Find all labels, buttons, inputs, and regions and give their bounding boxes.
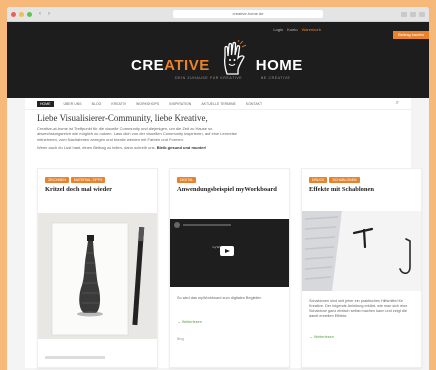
intro-paragraph-2: Wenn auch du Lust hast, einen Beitrag zu… <box>37 145 207 151</box>
account-link[interactable]: Konto <box>287 27 297 32</box>
nav-item-blog[interactable]: BLOG <box>92 102 102 106</box>
video-title-bar <box>183 224 231 226</box>
search-icon[interactable]: ⌕ <box>396 100 399 107</box>
card-excerpt: Schablonen sind seit jeher ein praktisch… <box>309 299 408 318</box>
logo-word-home: HOME <box>255 56 303 74</box>
nav-item-dates[interactable]: AKTUELLE TERMINE <box>201 102 236 106</box>
card-excerpt: So wird das myWorkboard zum digitalen Be… <box>177 296 262 300</box>
add-tab-icon[interactable] <box>419 11 425 17</box>
close-window-icon[interactable] <box>11 11 16 17</box>
nav-item-about[interactable]: ÜBER UNS <box>64 102 82 106</box>
buy-post-button[interactable]: Beitrag kaufen <box>393 31 429 39</box>
logo-word-creative: CREATIVE <box>131 56 210 74</box>
share-icon[interactable] <box>401 11 407 17</box>
read-more-link[interactable]: → Weiterlesen <box>309 335 334 339</box>
blog-card-kritzel[interactable]: ZEICHNEN MATERIAL-TIPPS Kritzel doch mal… <box>37 168 158 368</box>
nav-item-home[interactable]: HOME <box>37 100 54 107</box>
nav-item-contact[interactable]: KONTAKT <box>246 102 262 106</box>
intro-section: Liebe Visualisierer-Community, liebe Kre… <box>25 110 411 151</box>
site-header: Login Konto Warenkorb Beitrag kaufen CRE… <box>7 22 429 98</box>
minimize-window-icon[interactable] <box>19 11 24 17</box>
card-meta: Blog <box>177 337 185 341</box>
card-title[interactable]: Kritzel doch mal wieder <box>38 183 157 194</box>
browser-toolbar: ‹ › creative-home.de <box>7 7 429 22</box>
intro-title: Liebe Visualisierer-Community, liebe Kre… <box>37 113 208 123</box>
intro-bold-greeting: Bleib gesund und munter! <box>156 145 207 151</box>
card-image-stencil[interactable] <box>302 211 421 291</box>
card-image-bottle-drawing[interactable] <box>38 213 157 339</box>
nav-item-workshops[interactable]: WORKSHOPS <box>136 102 159 106</box>
play-icon[interactable] <box>220 246 234 256</box>
blog-card-schablonen[interactable]: DRUCK SCHABLONEN Effekte mit Schablonen … <box>301 168 422 368</box>
tag-badge[interactable]: DRUCK <box>309 177 328 183</box>
channel-avatar-icon <box>174 222 180 228</box>
main-navigation: HOME ÜBER UNS BLOG KREATIV WORKSHOPS INS… <box>25 98 411 110</box>
intro-paragraph: Creative-at-home ist Treffpunkt für die … <box>37 126 237 142</box>
address-bar[interactable]: creative-home.de <box>173 10 323 18</box>
cart-link[interactable]: Warenkorb <box>302 27 321 32</box>
top-navigation: Login Konto Warenkorb <box>273 27 321 32</box>
hand-logo-icon <box>223 40 246 75</box>
blog-card-myworkboard[interactable]: DIGITAL Anwendungsbeispiel myWorkboard m… <box>169 168 290 368</box>
back-arrow-icon[interactable]: ‹ <box>39 11 41 17</box>
nav-item-creative[interactable]: KREATIV <box>111 102 126 106</box>
page-content: HOME ÜBER UNS BLOG KREATIV WORKSHOPS INS… <box>25 98 422 368</box>
tabs-icon[interactable] <box>410 11 416 17</box>
card-title[interactable]: Effekte mit Schablonen <box>302 183 421 194</box>
tag-badge[interactable]: ZEICHNEN <box>45 177 69 183</box>
tagline-right: BE CREATIVE <box>261 76 291 80</box>
read-more-link[interactable]: → Weiterlesen <box>177 320 202 324</box>
tag-badge[interactable]: SCHABLONEN <box>329 177 360 183</box>
browser-window: ‹ › creative-home.de Login Konto Warenko… <box>7 7 429 370</box>
tag-badge[interactable]: MATERIAL-TIPPS <box>70 177 106 183</box>
forward-arrow-icon[interactable]: › <box>48 11 50 17</box>
card-title[interactable]: Anwendungsbeispiel myWorkboard <box>170 183 289 194</box>
tag-badge[interactable]: DIGITAL <box>177 177 197 183</box>
blog-cards: ZEICHNEN MATERIAL-TIPPS Kritzel doch mal… <box>37 168 422 368</box>
video-player[interactable]: myWorkboard <box>170 219 289 287</box>
login-link[interactable]: Login <box>273 27 283 32</box>
maximize-window-icon[interactable] <box>27 11 32 17</box>
nav-item-inspiration[interactable]: INSPIRATION <box>169 102 191 106</box>
card-footer-placeholder <box>45 356 105 359</box>
tagline-left: DEIN ZUHAUSE FÜR KREATIVE <box>175 76 243 80</box>
